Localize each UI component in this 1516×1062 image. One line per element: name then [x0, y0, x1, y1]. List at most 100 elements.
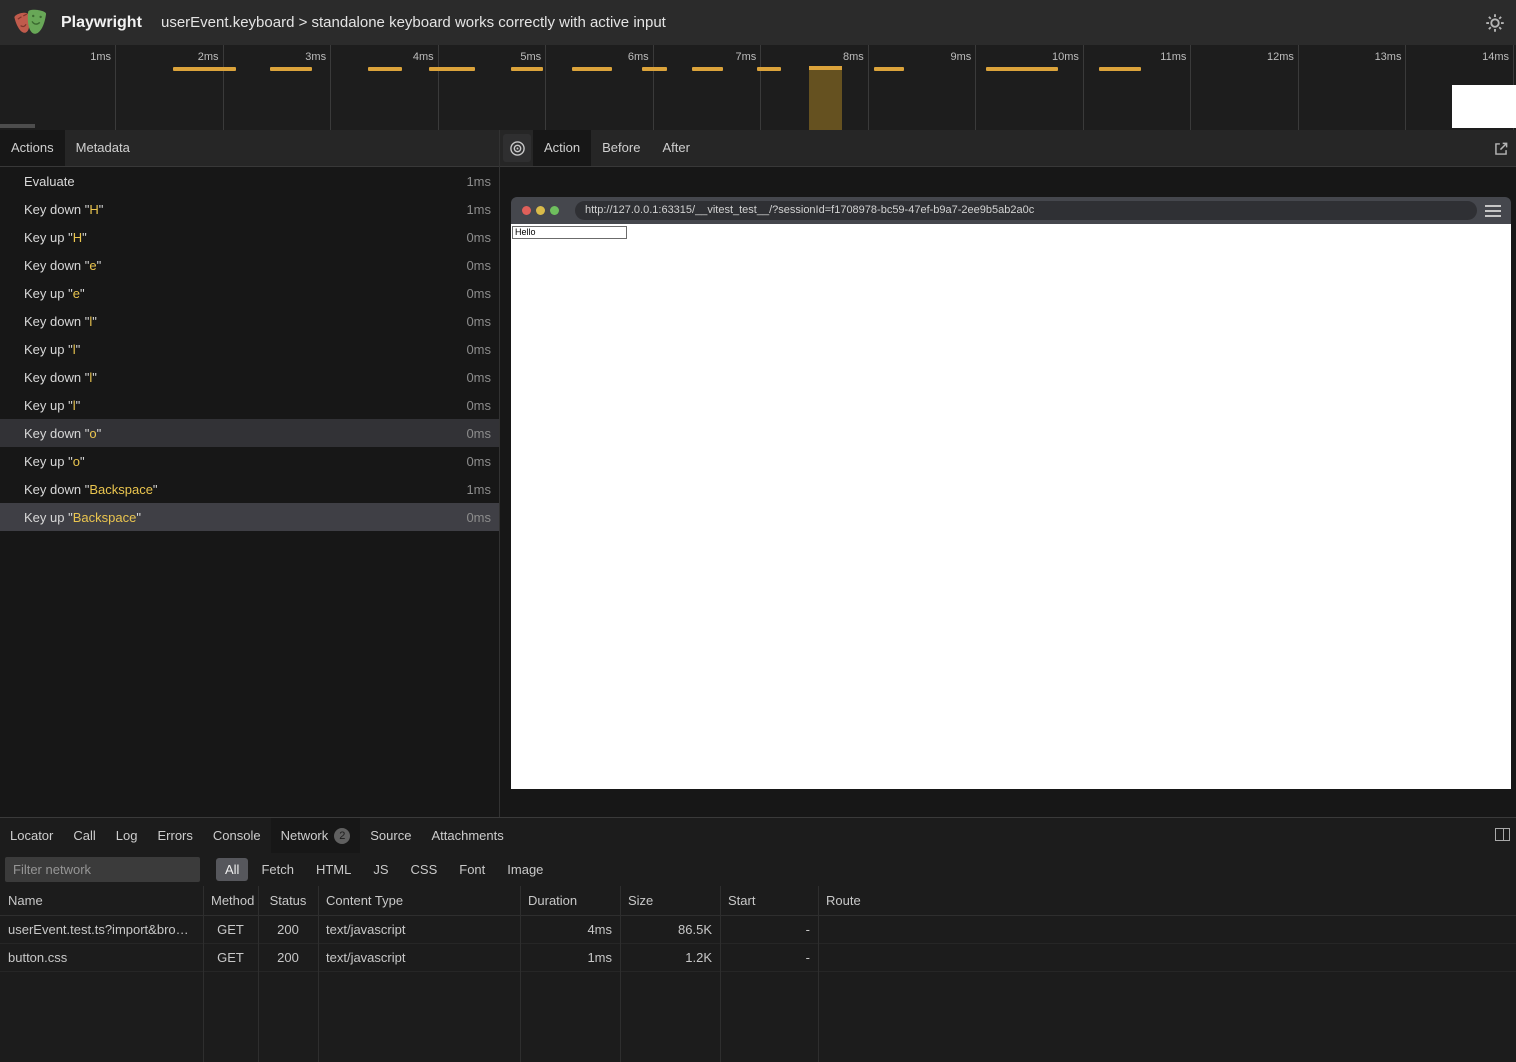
timeline-action-mark[interactable]: [986, 67, 1058, 71]
action-key: e: [89, 258, 96, 273]
timeline-action-mark[interactable]: [429, 67, 475, 71]
tab-actions[interactable]: Actions: [0, 130, 65, 166]
column-separator[interactable]: [258, 886, 259, 1062]
app-header: Playwright userEvent.keyboard > standalo…: [0, 0, 1516, 45]
action-row[interactable]: Key down "o"0ms: [0, 419, 499, 447]
action-row[interactable]: Key down "H"1ms: [0, 195, 499, 223]
bottom-tab-label: Console: [213, 818, 261, 853]
filter-network-input[interactable]: [5, 857, 200, 882]
external-link-icon[interactable]: [1492, 140, 1510, 158]
action-title: Key up "Backspace": [24, 510, 141, 525]
action-row[interactable]: Evaluate1ms: [0, 167, 499, 195]
gear-icon[interactable]: [1485, 13, 1505, 33]
tab-before[interactable]: Before: [591, 130, 651, 166]
filter-chip-image[interactable]: Image: [498, 858, 552, 881]
column-separator[interactable]: [818, 886, 819, 1062]
quote-mark: ": [92, 370, 97, 385]
network-request-row[interactable]: button.cssGET200text/javascript1ms1.2K-: [0, 944, 1516, 972]
app-name: Playwright: [61, 0, 142, 45]
tab-action[interactable]: Action: [533, 130, 591, 166]
column-separator[interactable]: [318, 886, 319, 1062]
timeline-tick-label: 5ms: [483, 51, 541, 63]
cell-name: userEvent.test.ts?import&bro…: [0, 922, 203, 937]
tab-network[interactable]: Network2: [271, 818, 361, 853]
tab-locator[interactable]: Locator: [0, 818, 63, 853]
filter-chip-all[interactable]: All: [216, 858, 248, 881]
timeline-start-mark: [0, 124, 35, 128]
cell-status: 200: [258, 950, 318, 965]
split-panel-icon[interactable]: [1495, 828, 1510, 841]
tab-source[interactable]: Source: [360, 818, 421, 853]
tab-metadata[interactable]: Metadata: [65, 130, 141, 166]
timeline-action-mark[interactable]: [874, 67, 904, 71]
column-separator[interactable]: [620, 886, 621, 1062]
column-header-start[interactable]: Start: [720, 893, 818, 908]
cell-method: GET: [203, 922, 258, 937]
timeline-action-mark[interactable]: [642, 67, 667, 71]
timeline-gridline: [1083, 45, 1084, 130]
timeline-action-mark[interactable]: [572, 67, 612, 71]
timeline-action-mark[interactable]: [1099, 67, 1141, 71]
text-input[interactable]: Hello: [512, 226, 627, 239]
action-row[interactable]: Key up "o"0ms: [0, 447, 499, 475]
maximize-dot-icon: [550, 206, 559, 215]
column-header-content-type[interactable]: Content Type: [318, 893, 520, 908]
bottom-panel: LocatorCall Log Errors Console Network2Sourc…: [0, 817, 1516, 1062]
timeline-gridline: [1298, 45, 1299, 130]
timeline-selected-action-bar[interactable]: [809, 66, 842, 130]
tab-after[interactable]: After: [651, 130, 700, 166]
filter-chip-font[interactable]: Font: [450, 858, 494, 881]
action-key: H: [73, 230, 82, 245]
tab-attachments[interactable]: Attachments: [421, 818, 513, 853]
tab-errors[interactable]: Errors: [147, 818, 202, 853]
filter-chip-js[interactable]: JS: [364, 858, 397, 881]
timeline-action-mark[interactable]: [173, 67, 236, 71]
action-row[interactable]: Key up "H"0ms: [0, 223, 499, 251]
tab-log[interactable]: Log: [106, 818, 148, 853]
column-header-status[interactable]: Status: [258, 893, 318, 908]
action-row[interactable]: Key down "Backspace"1ms: [0, 475, 499, 503]
action-key: Backspace: [73, 510, 137, 525]
timeline-action-mark[interactable]: [511, 67, 543, 71]
network-request-row[interactable]: userEvent.test.ts?import&bro…GET200text/…: [0, 916, 1516, 944]
column-header-method[interactable]: Method: [203, 893, 258, 908]
timeline[interactable]: 1ms2ms3ms4ms5ms6ms7ms8ms9ms10ms11ms12ms1…: [0, 45, 1516, 132]
timeline-action-mark[interactable]: [270, 67, 312, 71]
pick-locator-button[interactable]: [503, 134, 531, 162]
column-separator[interactable]: [520, 886, 521, 1062]
action-row[interactable]: Key down "l"0ms: [0, 307, 499, 335]
column-header-route[interactable]: Route: [818, 893, 1516, 908]
action-row[interactable]: Key up "e"0ms: [0, 279, 499, 307]
cell-content-type: text/javascript: [318, 950, 520, 965]
column-header-duration[interactable]: Duration: [520, 893, 620, 908]
panel-divider[interactable]: [499, 130, 500, 817]
filter-chip-html[interactable]: HTML: [307, 858, 360, 881]
quote-mark: ": [153, 482, 158, 497]
column-header-size[interactable]: Size: [620, 893, 720, 908]
timeline-action-mark[interactable]: [368, 67, 402, 71]
bottom-tab-label: Log: [116, 818, 138, 853]
action-duration: 1ms: [466, 174, 491, 189]
column-separator[interactable]: [203, 886, 204, 1062]
action-duration: 0ms: [466, 230, 491, 245]
column-header-name[interactable]: Name: [0, 893, 203, 908]
minimize-dot-icon: [536, 206, 545, 215]
filter-chip-css[interactable]: CSS: [402, 858, 447, 881]
column-separator[interactable]: [720, 886, 721, 1062]
tab-console[interactable]: Console: [203, 818, 271, 853]
quote-mark: ": [97, 258, 102, 273]
actions-list: Evaluate1msKey down "H"1msKey up "H"0msK…: [0, 167, 499, 817]
timeline-action-mark[interactable]: [757, 67, 781, 71]
quote-mark: ": [80, 454, 85, 469]
hamburger-menu-icon[interactable]: [1485, 205, 1501, 220]
action-row[interactable]: Key up "l"0ms: [0, 391, 499, 419]
timeline-gridline: [330, 45, 331, 130]
tab-call[interactable]: Call: [63, 818, 105, 853]
filter-chip-fetch[interactable]: Fetch: [252, 858, 303, 881]
timeline-action-mark[interactable]: [692, 67, 723, 71]
action-row[interactable]: Key down "e"0ms: [0, 251, 499, 279]
snapshot-page: Hello: [511, 224, 1511, 789]
action-row[interactable]: Key down "l"0ms: [0, 363, 499, 391]
action-row[interactable]: Key up "l"0ms: [0, 335, 499, 363]
action-row[interactable]: Key up "Backspace"0ms: [0, 503, 499, 531]
